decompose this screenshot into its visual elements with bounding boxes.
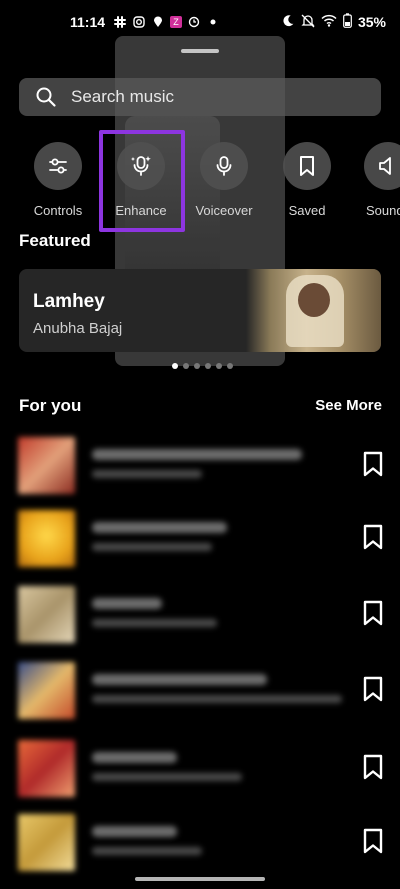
status-time: 11:14 xyxy=(70,14,106,30)
tool-label: Sounds xyxy=(365,203,400,218)
track-thumbnail xyxy=(18,586,75,643)
track-row[interactable] xyxy=(0,437,400,512)
instagram-icon xyxy=(132,15,146,29)
bookmark-icon[interactable] xyxy=(362,676,384,702)
featured-heading: Featured xyxy=(19,231,91,250)
track-row[interactable] xyxy=(0,740,400,815)
mic-icon xyxy=(200,142,248,190)
track-title-blurred xyxy=(92,674,267,685)
speaker-icon xyxy=(364,142,400,190)
tool-controls[interactable]: Controls xyxy=(18,142,98,218)
carousel-dots xyxy=(172,363,233,369)
carousel-dot[interactable] xyxy=(183,363,189,369)
carousel-dot[interactable] xyxy=(227,363,233,369)
carousel-dot[interactable] xyxy=(216,363,222,369)
mute-icon xyxy=(301,14,315,31)
track-artist-blurred xyxy=(92,773,242,781)
slack-icon xyxy=(113,15,127,29)
featured-artwork xyxy=(246,269,381,352)
location-icon xyxy=(151,15,165,29)
featured-card[interactable]: Lamhey Anubha Bajaj xyxy=(19,269,381,352)
see-more-link[interactable]: See More xyxy=(315,397,382,414)
search-input[interactable]: Search music xyxy=(71,87,174,107)
tool-label: Controls xyxy=(33,203,83,218)
track-thumbnail xyxy=(18,662,75,719)
tool-label: Voiceover xyxy=(195,203,253,218)
app-z-icon: Z xyxy=(170,16,183,28)
carousel-dot[interactable] xyxy=(172,363,178,369)
track-artist-blurred xyxy=(92,470,202,478)
track-artist-blurred xyxy=(92,619,217,627)
track-title-blurred xyxy=(92,826,177,837)
bookmark-icon[interactable] xyxy=(362,754,384,780)
track-thumbnail xyxy=(18,510,75,567)
tool-label: Saved xyxy=(288,203,326,218)
track-artist-blurred xyxy=(92,543,212,551)
bookmark-icon[interactable] xyxy=(362,600,384,626)
gesture-nav-bar[interactable] xyxy=(135,877,265,881)
tool-saved[interactable]: Saved xyxy=(267,142,347,218)
battery-icon xyxy=(343,13,352,31)
track-thumbnail xyxy=(18,437,75,494)
clock-icon xyxy=(187,15,201,29)
battery-percent: 35% xyxy=(357,14,386,30)
track-title-blurred xyxy=(92,598,162,609)
wifi-icon xyxy=(321,14,337,30)
featured-song-title: Lamhey xyxy=(33,291,105,312)
moon-icon xyxy=(282,14,295,30)
track-thumbnail xyxy=(18,740,75,797)
track-artist-blurred xyxy=(92,695,342,703)
enhance-highlight-box xyxy=(99,130,185,232)
tool-voiceover[interactable]: Voiceover xyxy=(184,142,264,218)
bookmark-icon[interactable] xyxy=(362,524,384,550)
track-title-blurred xyxy=(92,522,227,533)
tool-sounds[interactable]: Sounds xyxy=(348,142,400,218)
search-icon xyxy=(36,87,56,107)
status-right: 35% xyxy=(282,13,386,31)
track-row[interactable] xyxy=(0,510,400,585)
track-thumbnail xyxy=(18,814,75,871)
sliders-icon xyxy=(34,142,82,190)
bookmark-icon xyxy=(283,142,331,190)
bookmark-icon[interactable] xyxy=(362,828,384,854)
track-row[interactable] xyxy=(0,586,400,661)
featured-artist: Anubha Bajaj xyxy=(33,320,123,337)
drag-handle[interactable] xyxy=(181,49,219,53)
track-title-blurred xyxy=(92,752,177,763)
for-you-heading: For you xyxy=(19,396,82,415)
track-artist-blurred xyxy=(92,847,202,855)
search-bar[interactable]: Search music xyxy=(19,78,381,116)
artwork-figure xyxy=(298,283,330,317)
track-row[interactable] xyxy=(0,662,400,737)
dot-icon xyxy=(206,15,220,29)
carousel-dot[interactable] xyxy=(194,363,200,369)
track-title-blurred xyxy=(92,449,302,460)
tool-row: Controls Enhance Voiceover Saved Sound xyxy=(0,142,400,222)
carousel-dot[interactable] xyxy=(205,363,211,369)
bookmark-icon[interactable] xyxy=(362,451,384,477)
